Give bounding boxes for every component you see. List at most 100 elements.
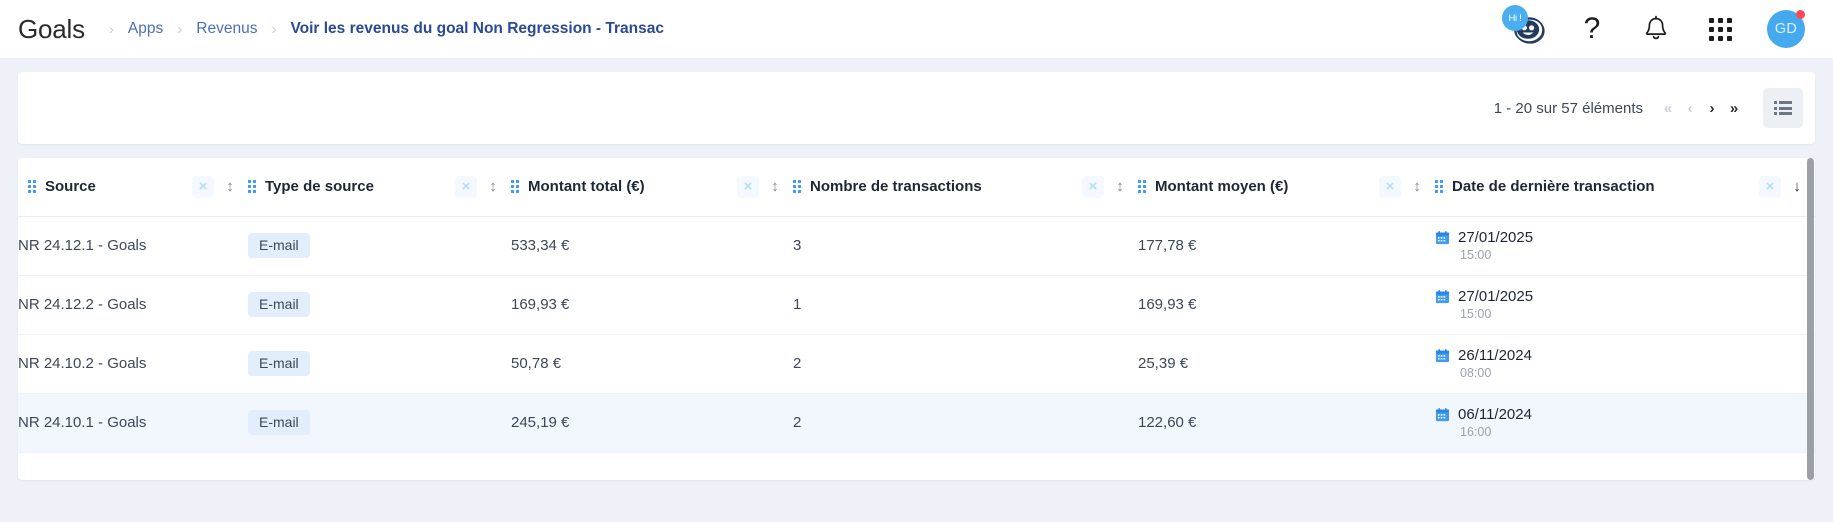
cell-type: E-mail — [248, 393, 511, 453]
cell-type: E-mail — [248, 275, 511, 335]
top-bar: Goals › Apps › Revenus › Voir les revenus du … — [0, 0, 1833, 58]
table-vertical-scrollbar[interactable] — [1806, 158, 1815, 480]
column-header-6[interactable]: Date de dernière transaction × ↓ — [1435, 158, 1815, 217]
table-row[interactable]: NR 24.10.2 - Goals E-mail 50,78 €2 25,39 €2… — [18, 334, 1815, 394]
source-type-chip: E-mail — [248, 232, 310, 259]
transaction-date: 27/01/2025 — [1458, 229, 1534, 246]
column-drag-handle[interactable] — [511, 180, 519, 194]
cell-montant-total: 245,19 € — [511, 393, 793, 453]
table-toolbar: 1 - 20 sur 57 éléments « ‹ › » — [18, 72, 1815, 144]
table-row[interactable]: NR 24.12.1 - Goals E-mail 533,34 €3 177,78 … — [18, 216, 1815, 276]
column-clear-filter-icon[interactable]: × — [455, 175, 477, 198]
transaction-time: 15:00 — [1460, 248, 1492, 262]
pagination-next-button[interactable]: › — [1701, 95, 1723, 121]
cell-date: 27/01/2025 15:00 — [1435, 275, 1815, 335]
help-button[interactable]: ? — [1575, 12, 1609, 46]
cell-montant-moyen: 169,93 € — [1138, 275, 1435, 335]
column-clear-filter-icon[interactable]: × — [192, 175, 214, 198]
apps-grid-button[interactable] — [1703, 12, 1737, 46]
cell-type: E-mail — [248, 216, 511, 276]
column-sort-icon[interactable]: ↕ — [485, 178, 501, 195]
notifications-button[interactable] — [1639, 12, 1673, 46]
breadcrumb-item-2[interactable]: Revenus — [184, 20, 269, 38]
calendar-icon — [1435, 230, 1450, 245]
cell-nb-transactions: 3 — [793, 216, 1138, 276]
column-header-label: Montant moyen (€) — [1155, 178, 1289, 196]
cell-date: 06/11/2024 16:00 — [1435, 393, 1815, 453]
transaction-time: 16:00 — [1460, 425, 1492, 439]
column-drag-handle[interactable] — [1138, 180, 1146, 194]
column-drag-handle[interactable] — [248, 180, 256, 194]
column-header-1[interactable]: Source × ↕ — [18, 158, 248, 217]
column-sort-icon[interactable]: ↓ — [1789, 178, 1805, 195]
table-row[interactable]: NR 24.10.1 - Goals E-mail 245,19 €2 122,60 … — [18, 393, 1815, 453]
scrollbar-thumb[interactable] — [1807, 158, 1814, 480]
pagination-last-button[interactable]: » — [1723, 95, 1745, 121]
column-header-label: Nombre de transactions — [810, 178, 982, 196]
table-header-row: Source × ↕ Type de source × ↕ Montant total (€… — [18, 158, 1815, 217]
page-body: 1 - 20 sur 57 éléments « ‹ › » Source × … — [0, 58, 1833, 522]
column-clear-filter-icon[interactable]: × — [1379, 175, 1401, 198]
calendar-icon — [1435, 348, 1450, 363]
source-type-chip: E-mail — [248, 409, 310, 436]
chatbot-button[interactable]: Hi ! — [1502, 5, 1548, 49]
cell-montant-total: 533,34 € — [511, 216, 793, 276]
list-view-icon — [1773, 101, 1793, 115]
column-drag-handle[interactable] — [1435, 180, 1443, 194]
view-toggle-button[interactable] — [1763, 88, 1803, 128]
column-header-label: Type de source — [265, 178, 374, 196]
cell-type: E-mail — [248, 334, 511, 394]
transaction-date: 26/11/2024 — [1458, 347, 1532, 364]
breadcrumb: › Apps › Revenus › Voir les revenus du goal N… — [107, 20, 676, 38]
cell-nb-transactions: 2 — [793, 334, 1138, 394]
help-icon: ? — [1583, 12, 1601, 45]
column-header-label: Date de dernière transaction — [1452, 178, 1655, 196]
column-header-2[interactable]: Type de source × ↕ — [248, 158, 511, 217]
column-sort-icon[interactable]: ↕ — [1409, 178, 1425, 195]
cell-date: 26/11/2024 08:00 — [1435, 334, 1815, 394]
transaction-date: 06/11/2024 — [1458, 406, 1532, 423]
cell-montant-moyen: 25,39 € — [1138, 334, 1435, 394]
breadcrumb-item-1[interactable]: Apps — [116, 20, 175, 38]
column-drag-handle[interactable] — [793, 180, 801, 194]
pagination-prev-button[interactable]: ‹ — [1679, 95, 1701, 121]
cell-montant-total: 169,93 € — [511, 275, 793, 335]
breadcrumb-item-3[interactable]: Voir les revenus du goal Non Regression … — [278, 20, 676, 38]
breadcrumb-separator: › — [108, 20, 114, 38]
transaction-time: 15:00 — [1460, 307, 1492, 321]
column-clear-filter-icon[interactable]: × — [1082, 175, 1104, 198]
cell-source: NR 24.10.1 - Goals — [18, 393, 248, 453]
cell-source: NR 24.10.2 - Goals — [18, 334, 248, 394]
column-header-label: Source — [45, 178, 96, 196]
column-header-label: Montant total (€) — [528, 178, 645, 196]
cell-montant-moyen: 177,78 € — [1138, 216, 1435, 276]
source-type-chip: E-mail — [248, 291, 310, 318]
top-bar-actions: Hi ! ? GD — [1502, 5, 1811, 49]
column-sort-icon[interactable]: ↕ — [1112, 178, 1128, 195]
source-type-chip: E-mail — [248, 350, 310, 377]
pagination-first-button[interactable]: « — [1657, 95, 1679, 121]
chatbot-icon: Hi ! — [1502, 5, 1548, 49]
grid-apps-icon — [1708, 17, 1732, 41]
cell-nb-transactions: 1 — [793, 275, 1138, 335]
cell-nb-transactions: 2 — [793, 393, 1138, 453]
column-clear-filter-icon[interactable]: × — [737, 175, 759, 198]
column-header-4[interactable]: Nombre de transactions × ↕ — [793, 158, 1138, 217]
calendar-icon — [1435, 407, 1450, 422]
data-table: Source × ↕ Type de source × ↕ Montant total (€… — [18, 158, 1815, 453]
user-avatar-button[interactable]: GD — [1767, 10, 1805, 48]
column-clear-filter-icon[interactable]: × — [1759, 175, 1781, 198]
avatar-notification-dot — [1796, 10, 1805, 19]
column-sort-icon[interactable]: ↕ — [767, 178, 783, 195]
cell-montant-total: 50,78 € — [511, 334, 793, 394]
table-body: NR 24.12.1 - Goals E-mail 533,34 €3 177,78 … — [18, 216, 1815, 453]
column-header-5[interactable]: Montant moyen (€) × ↕ — [1138, 158, 1435, 217]
breadcrumb-separator: › — [271, 20, 277, 38]
chatbot-greeting-badge: Hi ! — [1502, 5, 1528, 31]
column-sort-icon[interactable]: ↕ — [222, 178, 238, 195]
column-drag-handle[interactable] — [28, 180, 36, 194]
table-row[interactable]: NR 24.12.2 - Goals E-mail 169,93 €1 169,93 … — [18, 275, 1815, 335]
transaction-time: 08:00 — [1460, 366, 1492, 380]
column-header-3[interactable]: Montant total (€) × ↕ — [511, 158, 793, 217]
data-table-card: Source × ↕ Type de source × ↕ Montant total (€… — [18, 158, 1815, 480]
